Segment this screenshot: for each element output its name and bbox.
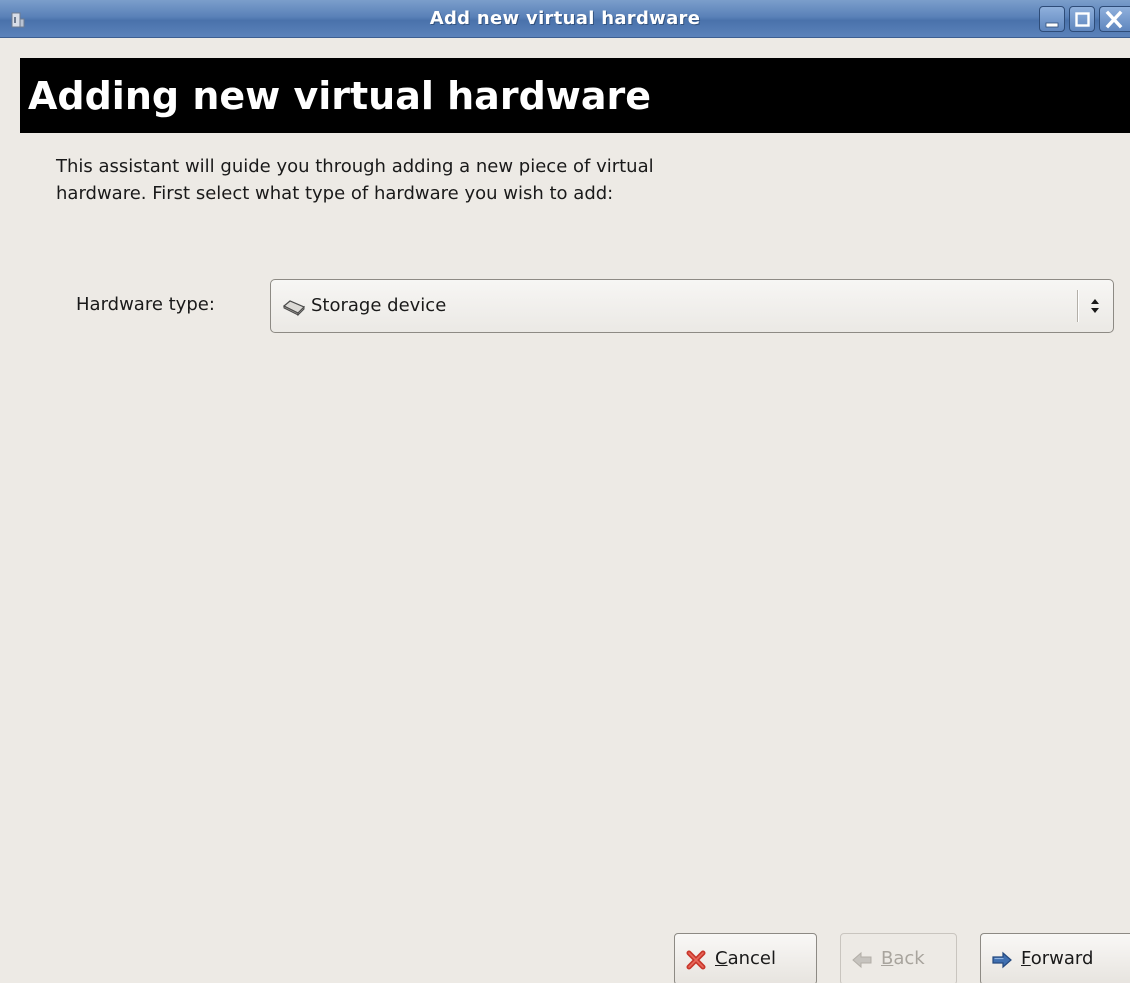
- back-button[interactable]: Back: [840, 933, 957, 983]
- updown-arrows-icon: [1088, 295, 1102, 317]
- window-titlebar[interactable]: Add new virtual hardware: [0, 0, 1130, 38]
- select-divider: [1077, 290, 1079, 322]
- maximize-button[interactable]: [1069, 6, 1095, 32]
- forward-button[interactable]: Forward: [980, 933, 1130, 983]
- minimize-button[interactable]: [1039, 6, 1065, 32]
- close-icon: [1105, 10, 1123, 29]
- hardware-type-select[interactable]: Storage device: [270, 279, 1114, 333]
- close-window-button[interactable]: [1099, 6, 1130, 32]
- forward-button-label: Forward: [1021, 948, 1094, 969]
- page-title: Adding new virtual hardware: [28, 74, 652, 118]
- hardware-type-label: Hardware type:: [76, 294, 215, 315]
- back-button-label: Back: [881, 948, 925, 969]
- forward-arrow-icon: [991, 949, 1013, 971]
- cancel-button[interactable]: Cancel: [674, 933, 817, 983]
- header-banner: Adding new virtual hardware: [20, 58, 1130, 133]
- storage-device-icon: [281, 297, 307, 317]
- intro-text: This assistant will guide you through ad…: [56, 156, 654, 204]
- hardware-type-value: Storage device: [311, 295, 447, 316]
- maximize-icon: [1075, 12, 1090, 27]
- window-title: Add new virtual hardware: [429, 8, 701, 29]
- back-arrow-icon: [851, 949, 873, 971]
- add-hardware-dialog: Add new virtual hardware Adding new virt…: [0, 0, 1130, 983]
- minimize-icon: [1045, 22, 1059, 28]
- cancel-button-label: Cancel: [715, 948, 776, 969]
- cancel-x-icon: [685, 949, 707, 971]
